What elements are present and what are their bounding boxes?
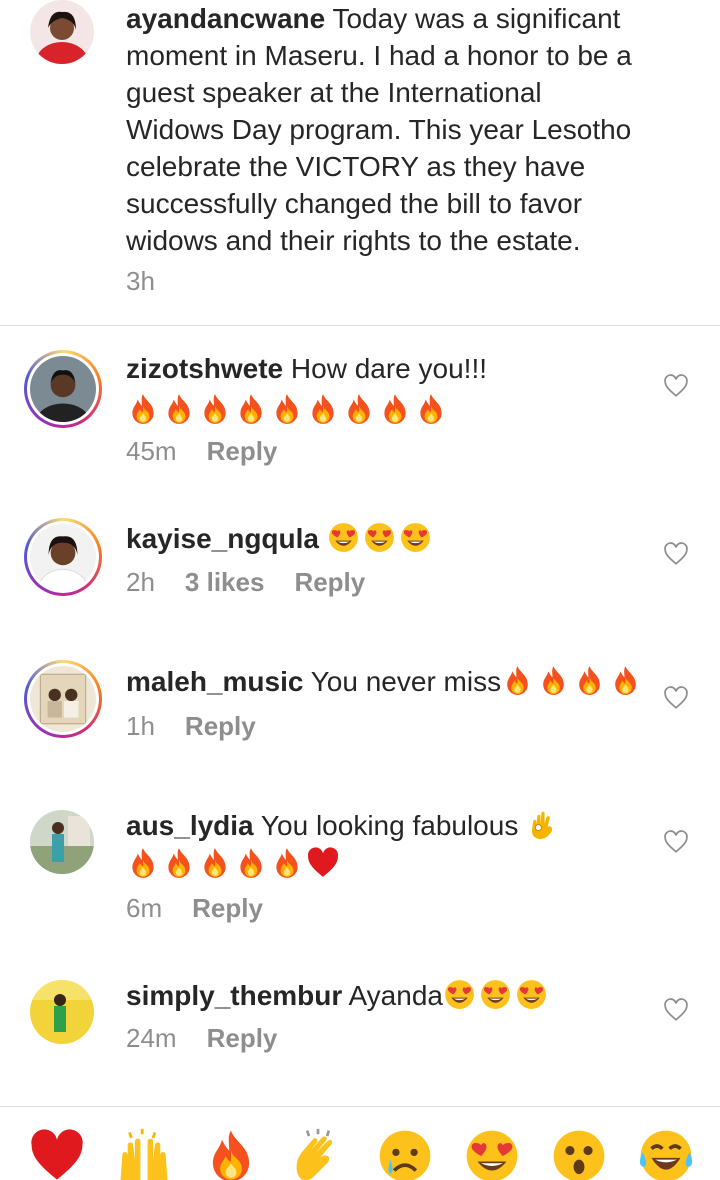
quick-reaction-bar xyxy=(0,1106,720,1180)
comment-text: Ayanda xyxy=(348,980,443,1011)
fire-icon xyxy=(198,392,232,426)
comment-meta: 6m Reply xyxy=(126,893,293,924)
comment-body: zizotshwete How dare you!!! xyxy=(126,350,487,387)
fire-icon xyxy=(270,846,304,880)
comment-body: maleh_music You never miss xyxy=(126,663,645,700)
comment-emoji-row xyxy=(126,392,450,432)
comment-text: You looking fabulous xyxy=(260,810,519,841)
fire-icon xyxy=(306,392,340,426)
comment-avatar-simply-thembur[interactable] xyxy=(30,980,94,1044)
post-caption: ayandancwane Today was a significant mom… xyxy=(126,0,646,259)
red-heart-icon xyxy=(306,846,340,880)
comment-avatar-aus-lydia[interactable] xyxy=(30,810,94,874)
like-heart-icon[interactable] xyxy=(663,685,689,711)
heart-eyes-icon xyxy=(479,978,512,1011)
reply-button[interactable]: Reply xyxy=(207,436,278,466)
caption-text: Today was a significant moment in Maseru… xyxy=(126,3,632,256)
heart-eyes-icon xyxy=(443,978,476,1011)
like-heart-icon[interactable] xyxy=(663,541,689,567)
comment-body: simply_thembur Ayanda xyxy=(126,977,551,1014)
fire-icon xyxy=(573,664,606,697)
comment-inline-emojis xyxy=(327,523,435,554)
comment-meta: 24m Reply xyxy=(126,1023,307,1054)
comment-timestamp: 1h xyxy=(126,711,155,741)
fire-icon xyxy=(126,392,160,426)
comment-text: You never miss xyxy=(310,666,502,697)
comment-meta: 45m Reply xyxy=(126,436,307,467)
comment-username[interactable]: zizotshwete xyxy=(126,353,283,384)
like-heart-icon[interactable] xyxy=(663,829,689,855)
comment-username[interactable]: simply_thembur xyxy=(126,980,342,1011)
fire-icon xyxy=(414,392,448,426)
like-heart-icon[interactable] xyxy=(663,997,689,1023)
comment-inline-emojis xyxy=(443,980,551,1011)
fire-icon xyxy=(378,392,412,426)
caption-meta: 3h xyxy=(126,266,185,297)
comment-avatar-zizotshwete[interactable] xyxy=(24,350,102,428)
comment-body: aus_lydia You looking fabulous xyxy=(126,807,562,844)
comment-timestamp: 2h xyxy=(126,567,155,597)
fire-icon xyxy=(162,392,196,426)
reaction-red-heart-icon[interactable] xyxy=(28,1127,86,1180)
fire-icon xyxy=(198,846,232,880)
comment-body: kayise_ngqula xyxy=(126,520,435,557)
heart-eyes-icon xyxy=(399,521,432,554)
reaction-clapping-hands-icon[interactable] xyxy=(289,1127,347,1180)
reaction-fire-icon[interactable] xyxy=(202,1127,260,1180)
comment-timestamp: 45m xyxy=(126,436,177,466)
reply-button[interactable]: Reply xyxy=(207,1023,278,1053)
caption-timestamp: 3h xyxy=(126,266,155,296)
caption-author-avatar[interactable] xyxy=(30,0,94,64)
comment-username[interactable]: aus_lydia xyxy=(126,810,254,841)
caption-username[interactable]: ayandancwane xyxy=(126,3,325,34)
comment-meta: 2h 3 likes Reply xyxy=(126,567,395,598)
fire-icon xyxy=(342,392,376,426)
comment-emoji-row xyxy=(126,846,342,886)
comment-username[interactable]: maleh_music xyxy=(126,666,303,697)
fire-icon xyxy=(609,664,642,697)
comment-text: How dare you!!! xyxy=(290,353,488,384)
fire-icon xyxy=(270,392,304,426)
fire-icon xyxy=(501,664,534,697)
comments-screen: ayandancwane Today was a significant mom… xyxy=(0,0,720,1180)
reaction-tears-of-joy-icon[interactable] xyxy=(637,1127,695,1180)
comment-avatar-maleh-music[interactable] xyxy=(24,660,102,738)
like-heart-icon[interactable] xyxy=(663,373,689,399)
fire-icon xyxy=(234,846,268,880)
reaction-surprised-face-icon[interactable] xyxy=(550,1127,608,1180)
reaction-heart-eyes-icon[interactable] xyxy=(463,1127,521,1180)
fire-icon xyxy=(162,846,196,880)
heart-eyes-icon xyxy=(515,978,548,1011)
reaction-sad-face-icon[interactable] xyxy=(376,1127,434,1180)
caption-divider xyxy=(0,325,720,326)
reaction-raising-hands-icon[interactable] xyxy=(115,1127,173,1180)
comment-likes-count[interactable]: 3 likes xyxy=(185,567,265,597)
heart-eyes-icon xyxy=(363,521,396,554)
comment-inline-emojis xyxy=(501,666,645,697)
comment-meta: 1h Reply xyxy=(126,711,286,742)
comment-inline-emojis xyxy=(526,810,562,841)
comment-avatar-kayise-ngqula[interactable] xyxy=(24,518,102,596)
reply-button[interactable]: Reply xyxy=(294,567,365,597)
heart-eyes-icon xyxy=(327,521,360,554)
comment-username[interactable]: kayise_ngqula xyxy=(126,523,319,554)
fire-icon xyxy=(537,664,570,697)
reply-button[interactable]: Reply xyxy=(192,893,263,923)
ok-hand-icon xyxy=(526,808,559,841)
comment-timestamp: 24m xyxy=(126,1023,177,1053)
reply-button[interactable]: Reply xyxy=(185,711,256,741)
comment-timestamp: 6m xyxy=(126,893,163,923)
fire-icon xyxy=(234,392,268,426)
fire-icon xyxy=(126,846,160,880)
